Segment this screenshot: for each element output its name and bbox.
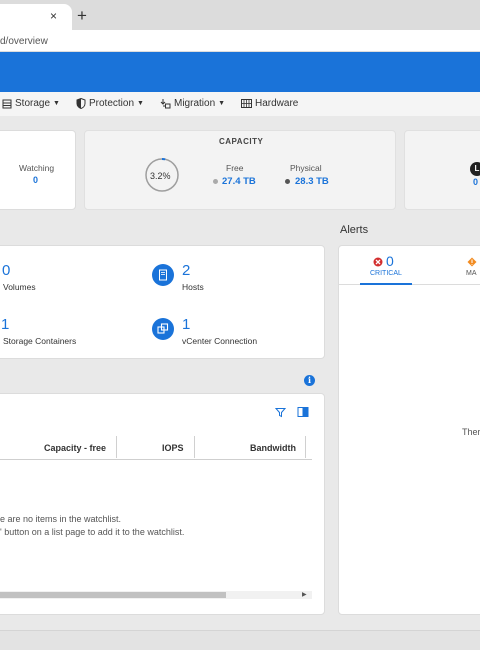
physical-value: 28.3 TB <box>295 176 329 187</box>
info-icon[interactable]: i <box>304 375 315 386</box>
column-capacity-free[interactable]: Capacity - free <box>44 443 106 453</box>
address-bar[interactable] <box>0 30 480 52</box>
nav-storage-label: Storage <box>15 98 51 109</box>
address-url[interactable]: d/overview <box>0 36 48 47</box>
browser-tab[interactable] <box>0 4 72 30</box>
vcenter-icon <box>152 318 174 340</box>
alerts-title: Alerts <box>340 224 369 236</box>
storage-containers-label: Storage Containers <box>3 336 77 346</box>
column-divider[interactable] <box>194 436 195 458</box>
watchlist-empty-line1: e are no items in the watchlist. <box>0 514 122 524</box>
free-dot <box>213 179 218 184</box>
alerts-empty-text: Ther <box>462 427 480 437</box>
critical-label: CRITICAL <box>370 270 402 277</box>
nav-hardware[interactable]: Hardware <box>241 98 298 109</box>
columns-icon[interactable] <box>297 406 309 418</box>
capacity-title: CAPACITY <box>219 137 264 146</box>
hardware-icon <box>241 99 252 108</box>
nav-migration-label: Migration <box>174 98 216 109</box>
free-value: 27.4 TB <box>222 176 256 187</box>
vcenter-count[interactable]: 1 <box>182 317 190 332</box>
shield-icon <box>76 98 86 109</box>
filter-icon[interactable] <box>275 407 286 418</box>
hosts-icon <box>152 264 174 286</box>
volumes-count[interactable]: 0 <box>2 263 10 278</box>
migration-icon <box>160 99 171 109</box>
vcenter-label: vCenter Connection <box>182 336 258 346</box>
column-divider[interactable] <box>305 436 306 458</box>
nav-storage[interactable]: Storage ▼ <box>2 98 60 109</box>
nav-hardware-label: Hardware <box>255 98 299 109</box>
critical-count: 0 <box>386 253 394 269</box>
nav-bar <box>0 92 480 116</box>
alerts-card <box>338 245 480 615</box>
major-icon <box>467 257 477 267</box>
storage-icon <box>2 99 12 108</box>
watchlist-empty-line2: ' button on a list page to add it to the… <box>0 527 185 537</box>
column-divider[interactable] <box>116 436 117 458</box>
watchlist-card <box>0 393 325 615</box>
free-label: Free <box>226 163 244 173</box>
hosts-count[interactable]: 2 <box>182 263 190 278</box>
hosts-label: Hosts <box>182 282 204 292</box>
column-iops[interactable]: IOPS <box>162 443 184 453</box>
physical-label: Physical <box>290 163 322 173</box>
license-badge: L <box>470 162 480 176</box>
chevron-down-icon: ▼ <box>218 100 226 107</box>
chevron-down-icon: ▼ <box>137 100 144 107</box>
nav-migration[interactable]: Migration ▼ <box>160 98 225 109</box>
major-label: MA <box>466 270 477 277</box>
storage-containers-count[interactable]: 1 <box>1 317 9 332</box>
scrollbar-thumb[interactable] <box>0 592 226 598</box>
critical-icon <box>373 257 383 267</box>
column-bandwidth[interactable]: Bandwidth <box>250 443 296 453</box>
right-summary-card[interactable] <box>404 130 480 210</box>
app-header <box>0 52 480 92</box>
watching-label: Watching <box>19 163 55 173</box>
close-tab-icon[interactable]: × <box>50 10 57 22</box>
nav-protection[interactable]: Protection ▼ <box>76 98 144 109</box>
physical-dot <box>285 179 290 184</box>
capacity-used-percent: 3.2% <box>150 171 171 181</box>
new-tab-icon[interactable]: + <box>77 7 87 24</box>
scroll-right-icon[interactable]: ▶ <box>302 591 307 598</box>
nav-protection-label: Protection <box>89 98 135 109</box>
right-summary-value: 0 <box>473 177 479 187</box>
chevron-down-icon: ▼ <box>53 100 60 107</box>
browser-tabstrip <box>0 0 480 30</box>
watching-value: 0 <box>33 175 39 185</box>
volumes-label: Volumes <box>3 282 36 292</box>
critical-tab-underline <box>360 283 412 285</box>
bottom-bar <box>0 630 480 650</box>
